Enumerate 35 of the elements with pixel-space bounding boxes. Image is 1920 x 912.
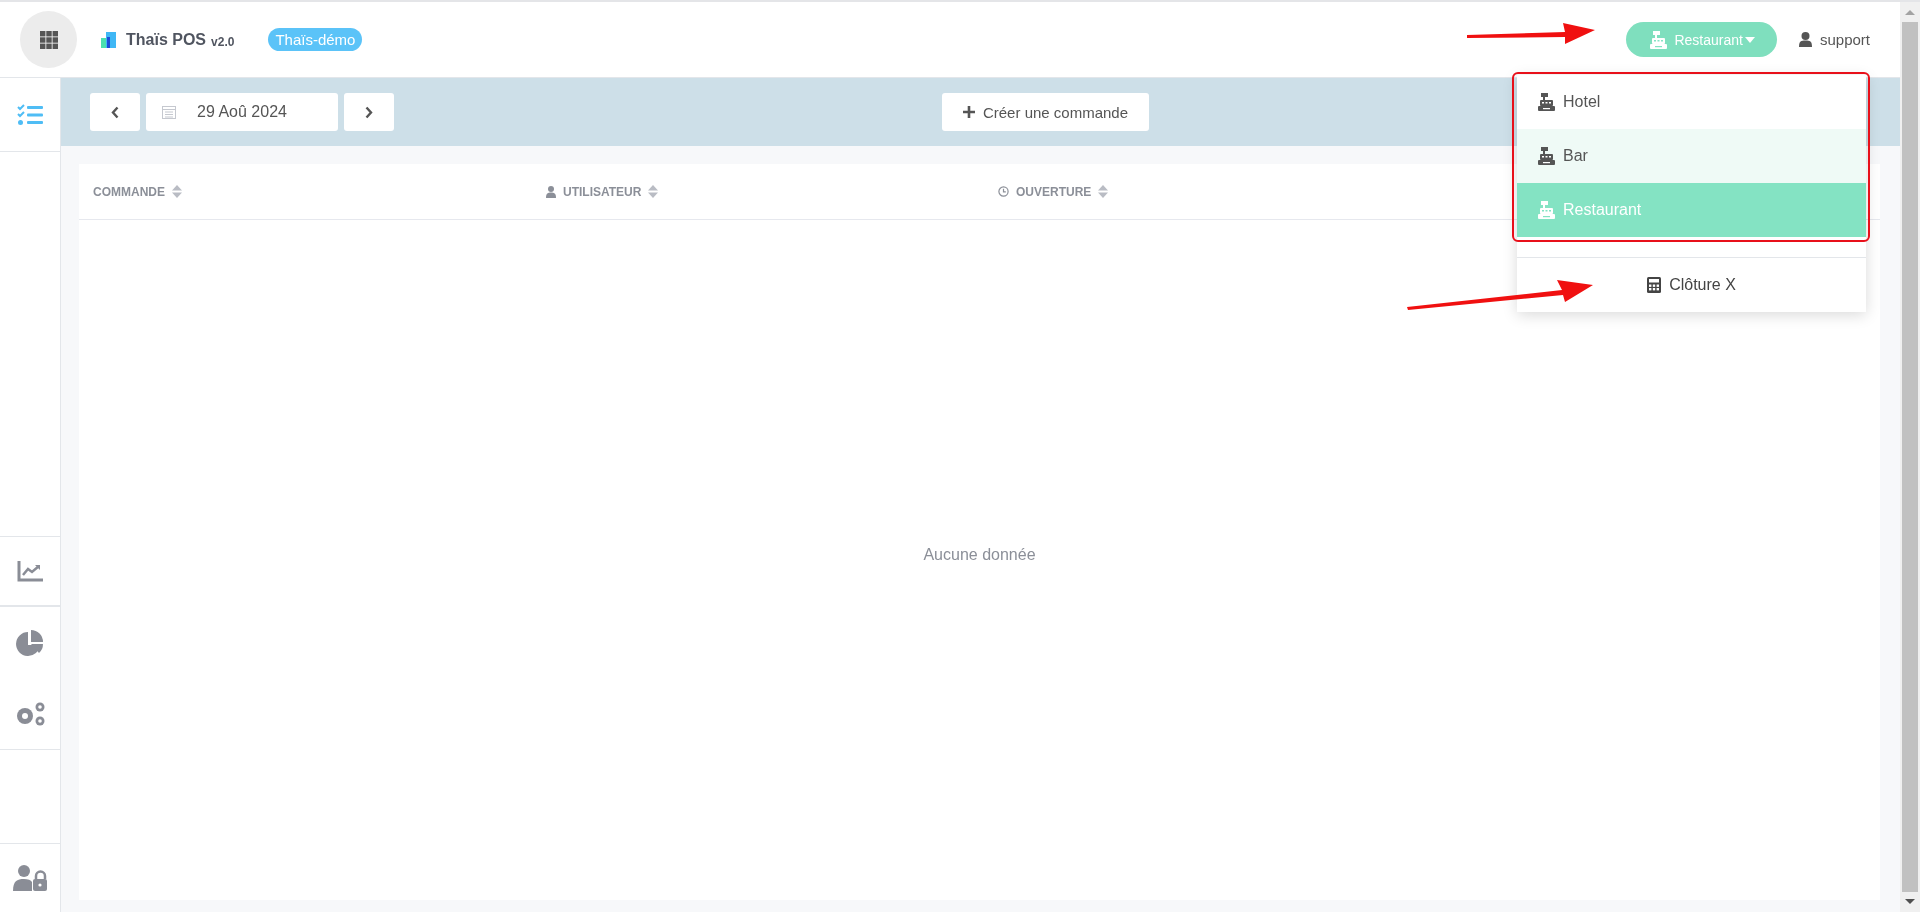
account-badge: Thaïs-démo [268,28,363,51]
site-menu-item[interactable]: Hotel [1517,75,1866,129]
user-menu[interactable]: support [1798,31,1870,48]
user-icon [546,185,556,198]
cash-register-icon [1538,93,1555,111]
site-menu-item[interactable]: Bar [1517,129,1866,183]
pie-chart-icon [16,629,44,657]
date-field[interactable]: 29 Aoû 2024 [146,93,338,131]
next-day-button[interactable] [344,93,394,131]
line-chart-icon [16,560,44,582]
chevron-left-icon [111,105,119,119]
cash-register-icon [1538,147,1555,165]
cash-register-icon [1650,30,1668,49]
scroll-up-icon[interactable] [1905,8,1915,18]
scroll-down-icon[interactable] [1905,896,1915,906]
app-title: Thaïs POS [126,30,207,49]
calendar-icon [162,105,176,119]
previous-day-button[interactable] [90,93,140,131]
sort-icon[interactable] [1098,185,1109,198]
app-version: v2.0 [211,34,235,49]
sort-icon[interactable] [172,185,182,198]
calculator-icon [1647,277,1662,293]
logo-icon [101,31,116,48]
cash-register-icon [1538,201,1555,219]
empty-message: Aucune donnée [923,546,1036,564]
create-order-button[interactable]: Créer une commande [942,93,1149,131]
clock-icon [998,186,1009,197]
sort-icon[interactable] [648,185,659,198]
checklist-icon [17,103,43,126]
chevron-right-icon [365,105,373,119]
grid-icon [39,30,58,49]
user-lock-icon [13,864,47,892]
plus-icon [962,106,975,118]
user-icon [1798,32,1812,47]
scrollbar[interactable] [1900,2,1920,912]
